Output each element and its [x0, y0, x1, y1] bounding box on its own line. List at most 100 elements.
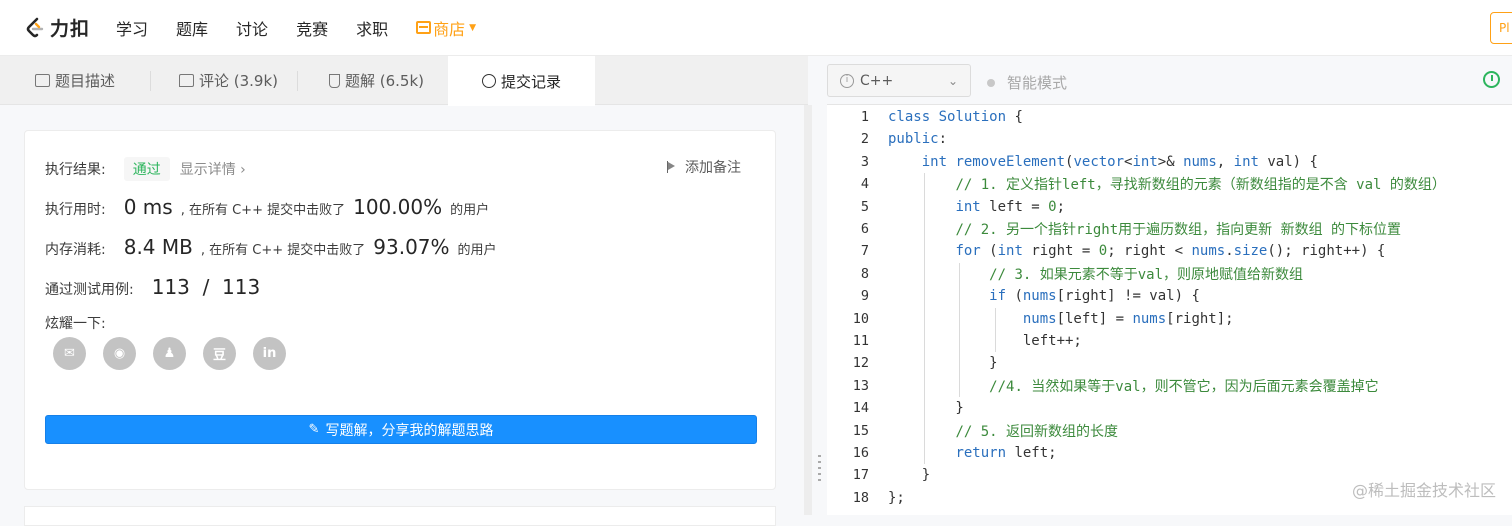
drag-handle-icon[interactable] — [818, 455, 821, 485]
add-note-label: 添加备注 — [685, 160, 741, 176]
language-select[interactable]: i C++ ⌄ — [827, 64, 971, 97]
runtime-text: , 在所有 C++ 提交中击败了 — [180, 203, 346, 218]
code-text: // 5. 返回新数组的长度 — [955, 423, 1119, 440]
brand-name: 力扣 — [50, 18, 91, 40]
doc-icon — [35, 74, 50, 87]
smart-mode-label: 智能模式 — [1007, 74, 1068, 92]
wechat-icon[interactable]: ✉ — [53, 337, 86, 370]
problem-tabs: 题目描述 评论 (3.9k) 题解 (6.5k) 提交记录 — [0, 56, 808, 106]
line-number: 11 — [852, 333, 869, 349]
line-number: 14 — [852, 400, 869, 417]
line-number: 2 — [860, 131, 869, 148]
write-solution-label: 写题解，分享我的解题思路 — [325, 422, 494, 439]
flag-icon — [667, 161, 677, 173]
runtime-row: 执行用时: 0 ms , 在所有 C++ 提交中击败了 100.00% 的用户 — [45, 195, 489, 219]
line-number: 6 — [860, 221, 869, 237]
memory-value: 8.4 MB — [123, 235, 193, 259]
runtime-suffix: 的用户 — [450, 203, 490, 218]
code-line: 10 nums[left] = nums[right]; — [827, 308, 1512, 330]
code-text: // 2. 另一个指针right用于遍历数组，指向更新 新数组 的下标位置 — [955, 222, 1402, 238]
nav-problems[interactable]: 题库 — [176, 16, 208, 40]
nav-discuss[interactable]: 讨论 — [236, 16, 268, 40]
tab-description[interactable]: 题目描述 — [0, 56, 150, 105]
code-text: // 1. 定义指针left，寻找新数组的元素（新数组指的是不含 val 的数组… — [955, 177, 1446, 194]
code-line: 16 return left; — [827, 442, 1512, 464]
nav-store[interactable]: 商店 ▼ — [416, 16, 476, 40]
code-text: } — [888, 355, 998, 372]
code-line: 2 public: — [827, 128, 1512, 150]
share-label: 炫耀一下: — [45, 316, 106, 332]
code-text: if (nums[right] != val) { — [989, 288, 1200, 305]
nav-jobs[interactable]: 求职 — [356, 16, 388, 40]
memory-suffix: 的用户 — [457, 243, 497, 258]
code-line: 5 int left = 0; — [827, 196, 1512, 218]
nav-contest[interactable]: 竞赛 — [296, 16, 328, 40]
code-text: // 3. 如果元素不等于val，则原地赋值给新数组 — [989, 266, 1304, 283]
language-value: C++ — [860, 72, 894, 89]
qq-icon[interactable]: ♟ — [153, 337, 186, 370]
toggle-dot-icon — [987, 78, 995, 87]
top-nav: 力扣 学习 题库 讨论 竞赛 求职 商店 ▼ Pl — [0, 0, 1512, 56]
nav-store-label: 商店 — [433, 19, 466, 39]
code-line: 3 int removeElement(vector<int>& nums, i… — [827, 151, 1512, 173]
status-row: 执行结果: 通过 显示详情 › — [45, 157, 246, 181]
code-line: 12 } — [827, 352, 1512, 374]
tests-label: 通过测试用例: — [45, 282, 134, 298]
runtime-label: 执行用时: — [45, 202, 106, 218]
pencil-icon: ✎ — [308, 422, 320, 437]
code-text: left++; — [888, 333, 1082, 349]
tab-label: 题解 (6.5k) — [345, 72, 425, 90]
tab-submissions[interactable]: 提交记录 — [448, 56, 595, 106]
line-number: 12 — [852, 355, 869, 372]
line-number: 8 — [860, 265, 869, 282]
line-number: 16 — [852, 445, 869, 461]
runtime-value: 0 ms — [123, 195, 173, 219]
indent-guide — [924, 173, 925, 465]
pane-splitter[interactable] — [804, 105, 812, 515]
tab-solutions[interactable]: 题解 (6.5k) — [294, 56, 448, 105]
logo[interactable]: 力扣 — [24, 0, 90, 56]
submission-result-card: 执行结果: 通过 显示详情 › 添加备注 执行用时: 0 ms , 在所有 C+… — [24, 130, 776, 490]
code-line: 14 } — [827, 397, 1512, 419]
code-text: return left; — [955, 445, 1057, 461]
code-text: }; — [888, 489, 905, 506]
line-number: 3 — [860, 153, 869, 170]
line-number: 15 — [852, 422, 869, 439]
indent-guide — [959, 262, 960, 398]
share-row: 炫耀一下: — [45, 313, 106, 333]
nav-learn[interactable]: 学习 — [116, 16, 148, 40]
tab-label: 题目描述 — [55, 72, 116, 90]
timer-icon[interactable] — [1483, 71, 1500, 88]
code-text: public: — [888, 131, 948, 148]
code-text: //4. 当然如果等于val，则不管它，因为后面元素会覆盖掉它 — [989, 378, 1379, 395]
show-detail-link[interactable]: 显示详情 › — [180, 159, 246, 179]
flask-icon — [329, 73, 340, 88]
line-number: 4 — [860, 176, 869, 193]
line-number: 1 — [860, 109, 869, 125]
code-text: int left = 0; — [955, 198, 1066, 215]
tests-value: 113 / 113 — [151, 275, 261, 299]
code-text: class Solution { — [888, 109, 1023, 125]
chevron-down-icon: ⌄ — [947, 73, 958, 88]
next-card — [24, 506, 776, 526]
tab-label: 评论 (3.9k) — [199, 72, 279, 90]
line-number: 18 — [852, 489, 869, 506]
premium-button[interactable]: Pl — [1490, 12, 1512, 44]
write-solution-button[interactable]: ✎ 写题解，分享我的解题思路 — [45, 415, 757, 444]
code-text: for (int right = 0; right < nums.size();… — [955, 243, 1386, 260]
indent-guide — [995, 307, 996, 353]
editor-toolbar: i C++ ⌄ 智能模式 — [827, 56, 1512, 105]
weibo-icon[interactable]: ◉ — [103, 337, 136, 370]
status-label: 执行结果: — [45, 162, 106, 178]
linkedin-icon[interactable]: in — [253, 337, 286, 370]
douban-icon[interactable]: 豆 — [203, 337, 236, 370]
tab-comments[interactable]: 评论 (3.9k) — [144, 56, 294, 105]
line-number: 9 — [860, 288, 869, 305]
clock-icon — [482, 74, 496, 88]
watermark: @稀土掘金技术社区 — [1351, 481, 1496, 500]
smart-mode-toggle[interactable]: 智能模式 — [987, 72, 1067, 93]
line-number: 10 — [852, 310, 869, 327]
code-area[interactable]: 1 class Solution { 2 public: 3 int removeEle… — [827, 105, 1512, 515]
code-text: } — [888, 467, 931, 484]
add-note-button[interactable]: 添加备注 — [667, 157, 741, 177]
